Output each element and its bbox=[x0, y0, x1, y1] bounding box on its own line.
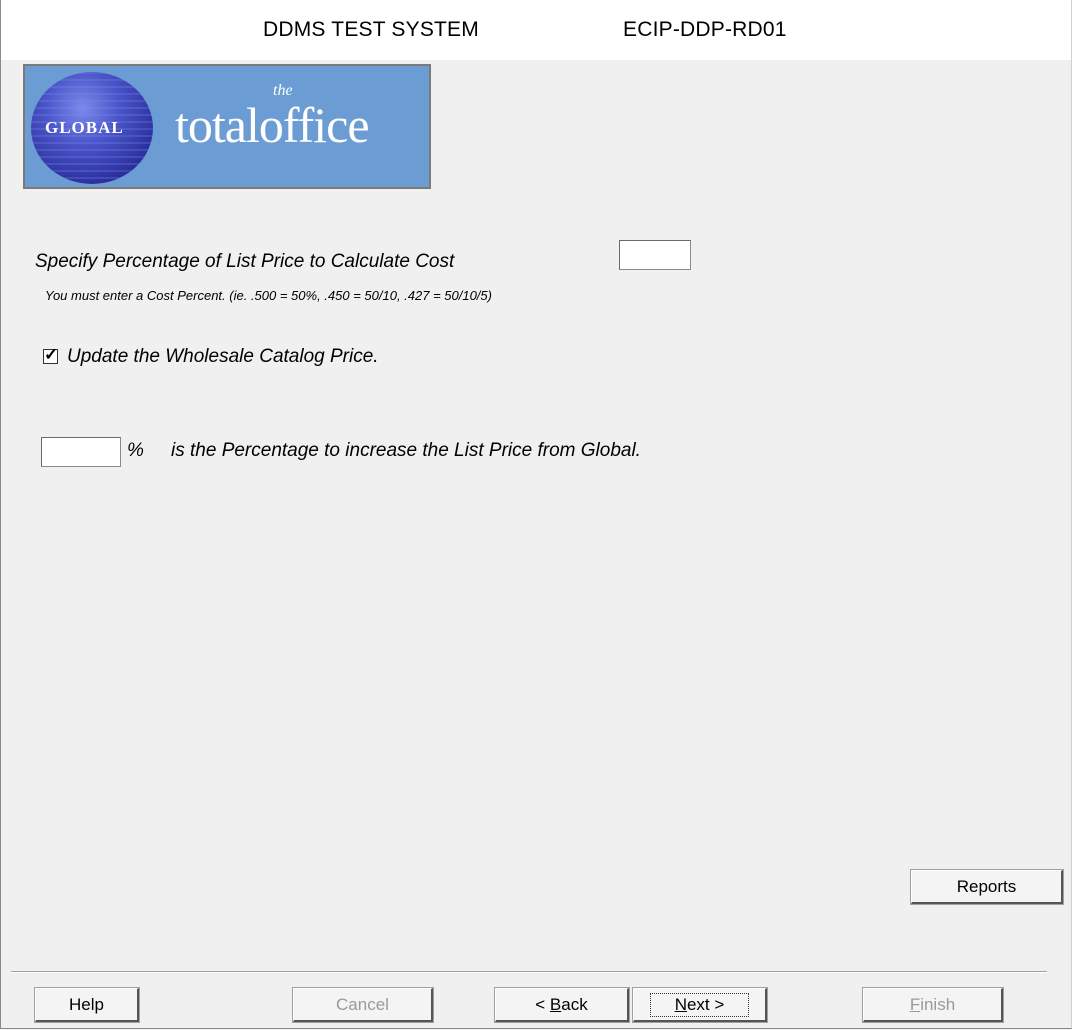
next-button[interactable]: Next > bbox=[632, 987, 768, 1023]
logo-global-text: GLOBAL bbox=[45, 118, 124, 137]
footer-separator bbox=[11, 971, 1047, 973]
title-bar: DDMS TEST SYSTEM ECIP-DDP-RD01 bbox=[1, 0, 1071, 60]
system-title: DDMS TEST SYSTEM bbox=[263, 18, 479, 41]
finish-button[interactable]: Finish bbox=[862, 987, 1004, 1023]
cost-percent-label: Specify Percentage of List Price to Calc… bbox=[35, 251, 455, 272]
update-wholesale-checkbox[interactable]: ✓ bbox=[43, 345, 58, 364]
wizard-window: DDMS TEST SYSTEM ECIP-DDP-RD01 GLOBAL th… bbox=[0, 0, 1072, 1029]
globe-icon: GLOBAL bbox=[31, 72, 153, 184]
help-button[interactable]: Help bbox=[34, 987, 140, 1023]
next-focus-ring: Next > bbox=[649, 993, 750, 1017]
screen-code: ECIP-DDP-RD01 bbox=[623, 18, 787, 41]
list-price-increase-input[interactable] bbox=[41, 437, 121, 467]
cost-percent-input[interactable] bbox=[619, 240, 691, 270]
global-totaloffice-logo: GLOBAL the totaloffice bbox=[23, 64, 431, 189]
percent-sign: % bbox=[127, 440, 144, 461]
checkmark-icon: ✓ bbox=[44, 345, 59, 364]
update-wholesale-label[interactable]: Update the Wholesale Catalog Price. bbox=[67, 346, 379, 368]
logo-brand-text: totaloffice bbox=[175, 97, 370, 153]
list-price-increase-label: is the Percentage to increase the List P… bbox=[171, 440, 641, 461]
back-button[interactable]: < Back bbox=[494, 987, 630, 1023]
cancel-button[interactable]: Cancel bbox=[292, 987, 434, 1023]
cost-percent-help-text: You must enter a Cost Percent. (ie. .500… bbox=[45, 288, 492, 303]
reports-button[interactable]: Reports bbox=[910, 869, 1064, 905]
